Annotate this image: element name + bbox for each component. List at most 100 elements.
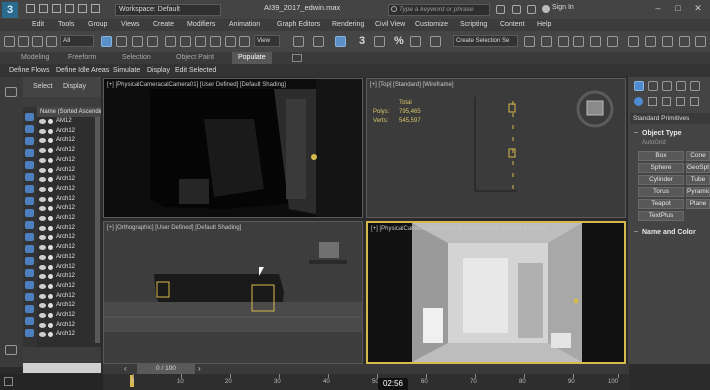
curve-editor-icon[interactable] (590, 36, 601, 47)
motion-panel-icon[interactable] (676, 81, 686, 91)
tab-display[interactable]: Display (63, 83, 86, 90)
freeze-icon[interactable] (48, 332, 53, 338)
menu-help[interactable]: Help (537, 19, 551, 31)
list-item[interactable]: Arch12 (37, 185, 101, 195)
tab-modeling[interactable]: Modeling (21, 52, 49, 64)
visibility-eye-icon[interactable] (39, 225, 46, 231)
workspace-dropdown[interactable]: Workspace: Default (115, 4, 221, 16)
create-panel-icon[interactable] (634, 81, 644, 91)
open-file-icon[interactable] (39, 4, 48, 13)
mirror-icon[interactable] (524, 36, 535, 47)
render-production-icon[interactable] (679, 36, 690, 47)
filter-frozen-icon[interactable] (25, 233, 34, 241)
link-icon[interactable] (32, 36, 43, 47)
freeze-icon[interactable] (48, 119, 53, 124)
visibility-eye-icon[interactable] (39, 148, 46, 154)
filter-helpers-icon[interactable] (25, 161, 34, 169)
freeze-icon[interactable] (48, 313, 53, 318)
list-item[interactable]: Arch12 (37, 195, 101, 205)
percent-snap-icon[interactable]: % (394, 35, 404, 47)
freeze-icon[interactable] (48, 177, 53, 183)
freeze-icon[interactable] (48, 148, 53, 154)
cameras-category-icon[interactable] (676, 97, 685, 106)
reference-coordinate-dropdown[interactable]: View (254, 35, 280, 47)
list-item[interactable]: Arch12 (37, 214, 101, 224)
menu-edit[interactable]: Edit (32, 19, 44, 31)
visibility-eye-icon[interactable] (39, 264, 46, 270)
freeze-icon[interactable] (48, 128, 53, 134)
visibility-eye-icon[interactable] (39, 128, 46, 134)
list-item[interactable]: Arch12 (37, 321, 101, 331)
toolbox-icon[interactable] (5, 87, 17, 97)
undo-icon[interactable] (65, 4, 74, 13)
sign-in-link[interactable]: Sign In (552, 4, 574, 11)
pyramid-button[interactable]: Pyramid (686, 187, 710, 197)
teapot-button[interactable]: Teapot (638, 199, 684, 209)
primitive-type-dropdown[interactable]: Standard Primitives (630, 113, 710, 124)
list-item[interactable]: Arch12 (37, 127, 101, 137)
visibility-eye-icon[interactable] (39, 303, 46, 309)
menu-rendering[interactable]: Rendering (332, 19, 364, 31)
angle-snap-icon[interactable] (374, 36, 385, 47)
list-item[interactable]: Arch12 (37, 156, 101, 166)
hierarchy-icon[interactable] (25, 305, 34, 313)
unlink-icon[interactable] (46, 36, 57, 47)
shapes-category-icon[interactable] (648, 97, 657, 106)
viewport-top-label[interactable]: [+] [Top] [Standard] [Wireframe] (370, 82, 454, 88)
tab-object-paint[interactable]: Object Paint (176, 52, 214, 64)
define-flows-button[interactable]: Define Flows (9, 64, 49, 77)
visibility-eye-icon[interactable] (39, 196, 46, 202)
viewport-camera-label[interactable]: [+] [PhysicalCameracalCamera01] [User De… (107, 82, 286, 88)
maxscript-listener-icon[interactable] (4, 377, 13, 386)
tab-populate[interactable]: Populate (232, 52, 272, 64)
tube-button[interactable]: Tube (686, 175, 710, 185)
freeze-icon[interactable] (48, 254, 53, 260)
freeze-icon[interactable] (48, 138, 53, 144)
panel-toggle-icon[interactable] (5, 345, 17, 355)
redo-icon[interactable] (18, 36, 29, 47)
list-item[interactable]: Arch12 (37, 166, 101, 176)
box-button[interactable]: Box (638, 151, 684, 161)
viewport-camera2-label[interactable]: [+] [PhysicalCameracalCamera01] [Perfoma… (371, 226, 547, 232)
spinner-snap-icon[interactable] (410, 36, 421, 47)
visibility-eye-icon[interactable] (39, 157, 46, 163)
menu-group[interactable]: Group (88, 19, 107, 31)
list-item[interactable]: Arch12 (37, 136, 101, 146)
menu-scripting[interactable]: Scripting (460, 19, 487, 31)
find-icon[interactable] (25, 293, 34, 301)
redo-icon[interactable] (78, 4, 87, 13)
name-column-header[interactable]: Name (Sorted Ascending) (37, 107, 101, 117)
tab-freeform[interactable]: Freeform (68, 52, 96, 64)
menu-customize[interactable]: Customize (415, 19, 448, 31)
scene-explorer-scrollbar[interactable] (95, 117, 100, 343)
sphere-button[interactable]: Sphere (638, 163, 684, 173)
visibility-eye-icon[interactable] (39, 206, 46, 212)
select-manipulate-icon[interactable] (313, 36, 324, 47)
freeze-icon[interactable] (48, 196, 53, 202)
track-bar[interactable]: 0 10 20 30 40 50 60 70 80 90 100 (103, 374, 629, 390)
minimize-button[interactable]: – (650, 3, 666, 15)
close-button[interactable]: ✕ (690, 3, 706, 15)
save-icon[interactable] (52, 4, 61, 13)
list-item[interactable]: Arch12 (37, 204, 101, 214)
list-item[interactable]: Arch12 (37, 301, 101, 311)
menu-create[interactable]: Create (153, 19, 174, 31)
autogrid-checkbox[interactable]: AutoGrid (642, 140, 666, 146)
visibility-eye-icon[interactable] (39, 216, 46, 221)
freeze-icon[interactable] (48, 245, 53, 251)
toggle-ribbon-icon[interactable] (573, 36, 584, 47)
rotate-icon[interactable] (225, 36, 236, 47)
name-and-color-rollout[interactable]: Name and Color (630, 227, 710, 238)
list-item[interactable]: Arch12 (37, 224, 101, 234)
freeze-icon[interactable] (48, 216, 53, 221)
filter-spacewarps-icon[interactable] (25, 173, 34, 181)
visibility-eye-icon[interactable] (39, 322, 46, 328)
viewport-top[interactable]: [+] [Top] [Standard] [Wireframe] Total P… (366, 78, 626, 218)
list-item[interactable]: Arch12 (37, 292, 101, 302)
cylinder-button[interactable]: Cylinder (638, 175, 684, 185)
visibility-eye-icon[interactable] (39, 254, 46, 260)
filter-bones-icon[interactable] (25, 209, 34, 217)
freeze-icon[interactable] (48, 157, 53, 163)
viewcube-icon[interactable] (586, 99, 604, 115)
visibility-eye-icon[interactable] (39, 235, 46, 241)
